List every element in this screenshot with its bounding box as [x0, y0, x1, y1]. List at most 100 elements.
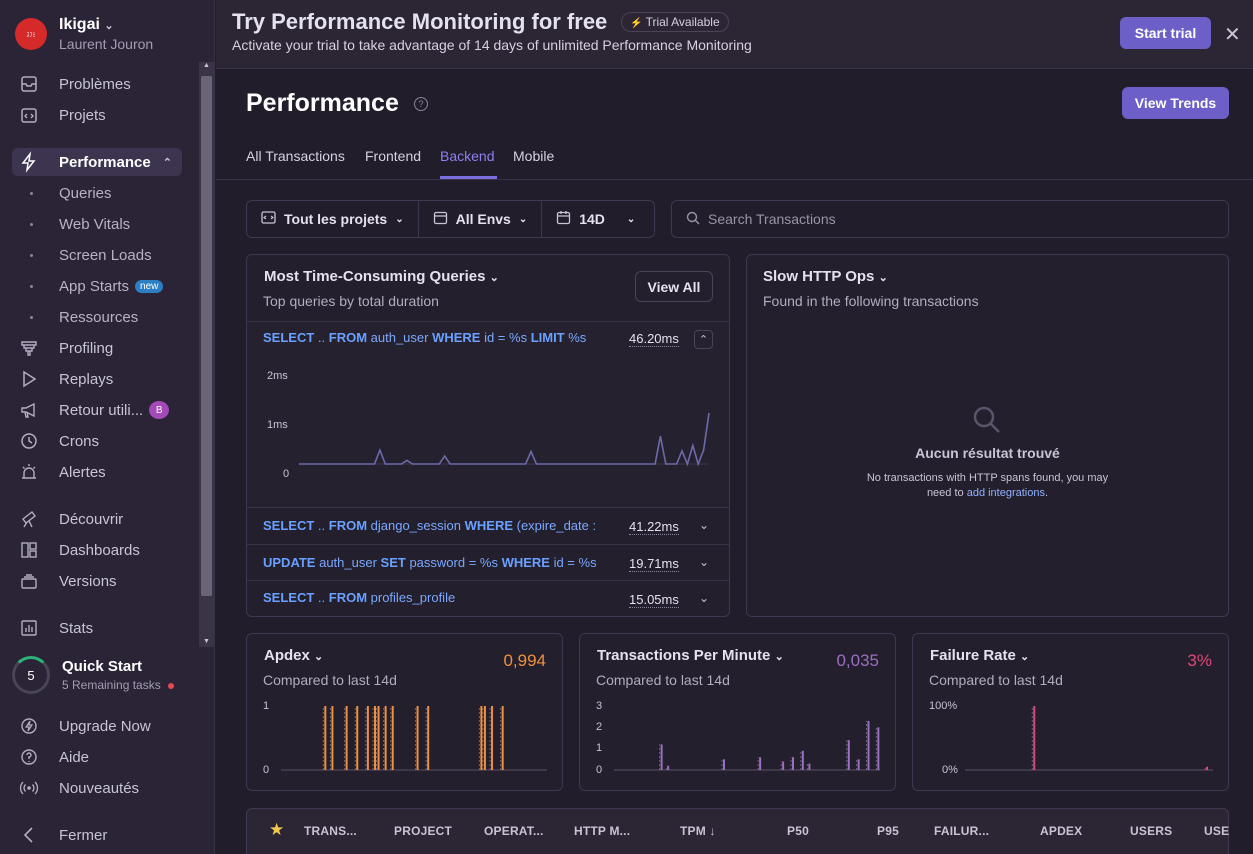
search-input[interactable]: Search Transactions: [671, 200, 1229, 238]
column-header[interactable]: PROJECT: [394, 824, 452, 838]
sidebar-item-retour[interactable]: Retour utili... B: [18, 396, 182, 424]
sql-keyword: SET: [380, 555, 406, 570]
add-integrations-link[interactable]: add integrations: [967, 487, 1045, 499]
bullet-icon: [30, 285, 33, 288]
date-filter[interactable]: 14D ⌄: [542, 201, 649, 237]
beta-badge: B: [149, 401, 170, 419]
card-subtitle: Compared to last 14d: [596, 672, 730, 688]
column-header[interactable]: APDEX: [1040, 824, 1082, 838]
sidebar-item-stats[interactable]: Stats: [18, 614, 182, 642]
column-header[interactable]: FAILUR...: [934, 824, 989, 838]
sidebar-item-label: Performance: [59, 153, 151, 171]
stack-icon: [18, 570, 40, 592]
column-header[interactable]: TPM ↓: [680, 824, 716, 838]
sidebar-item-aide[interactable]: Aide: [18, 743, 182, 771]
query-row[interactable]: SELECT .. FROM profiles_profile 15.05ms …: [247, 580, 729, 617]
scrollbar-thumb[interactable]: [201, 76, 212, 596]
y-tick-label: 100%: [929, 700, 958, 712]
quick-start-subtitle: 5 Remaining tasks: [62, 678, 175, 692]
calendar-icon: [433, 210, 448, 228]
clock-icon: [18, 430, 40, 452]
inbox-icon: [18, 73, 40, 95]
page-filters: Tout les projets ⌄ All Envs ⌄ 14D ⌄: [246, 200, 655, 238]
sql-keyword: FROM: [328, 330, 368, 345]
sidebar-item-problemes[interactable]: Problèmes: [18, 70, 182, 98]
star-icon[interactable]: ★: [269, 820, 284, 840]
project-filter[interactable]: Tout les projets ⌄: [247, 201, 419, 237]
sidebar-item-decouvrir[interactable]: Découvrir: [18, 505, 182, 533]
quick-start[interactable]: 5 Quick Start 5 Remaining tasks: [12, 656, 175, 694]
view-trends-button[interactable]: View Trends: [1122, 87, 1229, 119]
card-title[interactable]: Apdex ⌄: [264, 647, 323, 664]
trial-pill: ⚡ Trial Available: [621, 12, 729, 32]
sidebar-item-label: Replays: [59, 370, 114, 388]
scroll-down-icon[interactable]: ▼: [203, 638, 210, 645]
sidebar-item-dashboards[interactable]: Dashboards: [18, 536, 182, 564]
panel-title[interactable]: Slow HTTP Ops ⌄: [763, 268, 888, 285]
column-header[interactable]: TRANS...: [304, 824, 357, 838]
column-header[interactable]: P50: [787, 824, 809, 838]
sidebar-item-label: Fermer: [59, 826, 108, 844]
column-header[interactable]: P95: [877, 824, 899, 838]
chevron-up-icon[interactable]: ⌃: [694, 330, 713, 349]
query-duration-line: [299, 412, 710, 467]
tab-all-transactions[interactable]: All Transactions: [246, 148, 345, 164]
broadcast-icon: [18, 777, 40, 799]
chevron-down-icon[interactable]: ⌄: [699, 555, 709, 569]
scroll-up-icon[interactable]: ▲: [203, 62, 210, 69]
sidebar-subitem-web-vitals[interactable]: Web Vitals: [30, 216, 130, 233]
sql-keyword: WHERE: [464, 518, 513, 533]
query-duration: 41.22ms: [629, 519, 679, 535]
sidebar-item-crons[interactable]: Crons: [18, 427, 182, 455]
column-header[interactable]: OPERAT...: [484, 824, 544, 838]
sidebar-item-profiling[interactable]: Profiling: [18, 334, 182, 362]
column-header[interactable]: USE: [1204, 824, 1229, 838]
sidebar-item-versions[interactable]: Versions: [18, 567, 182, 595]
org-switcher[interactable]: ｽﾌﾐ Ikigai ⌄ Laurent Jouron: [15, 16, 153, 52]
query-row[interactable]: SELECT .. FROM auth_user WHERE id = %s L…: [247, 321, 729, 507]
sidebar-subitem-app-starts[interactable]: App Starts new: [30, 278, 164, 295]
http-ops-panel: Slow HTTP Ops ⌄ Found in the following t…: [746, 254, 1229, 617]
tab-backend[interactable]: Backend: [440, 148, 494, 164]
start-trial-button[interactable]: Start trial: [1120, 17, 1211, 49]
close-icon[interactable]: ✕: [1224, 22, 1241, 47]
sidebar-subitem-queries[interactable]: Queries: [30, 185, 112, 202]
sidebar-item-performance[interactable]: Performance ⌃: [12, 148, 182, 176]
sidebar-item-projets[interactable]: Projets: [18, 101, 182, 129]
y-tick-label: 0: [283, 468, 290, 480]
chevron-down-icon[interactable]: ⌄: [699, 591, 709, 605]
sidebar-item-nouveautes[interactable]: Nouveautés: [18, 774, 182, 802]
help-icon[interactable]: ?: [414, 97, 428, 111]
sidebar-subitem-screen-loads[interactable]: Screen Loads: [30, 247, 152, 264]
sidebar-subitem-label: Screen Loads: [59, 247, 152, 264]
sidebar-item-upgrade[interactable]: Upgrade Now: [18, 712, 182, 740]
y-tick-label: 0: [263, 764, 270, 776]
sidebar-collapse[interactable]: Fermer: [18, 821, 182, 849]
column-header[interactable]: USERS: [1130, 824, 1172, 838]
sidebar-subitem-ressources[interactable]: Ressources: [30, 309, 138, 326]
sidebar-item-alertes[interactable]: Alertes: [18, 458, 182, 486]
failure-rate-card: Failure Rate ⌄ Compared to last 14d 3% 1…: [912, 633, 1229, 791]
query-row[interactable]: UPDATE auth_user SET password = %s WHERE…: [247, 544, 729, 580]
view-all-button[interactable]: View All: [635, 271, 713, 302]
card-title[interactable]: Transactions Per Minute ⌄: [597, 647, 784, 664]
sidebar-item-replays[interactable]: Replays: [18, 365, 182, 393]
sql-text: id = %s: [549, 555, 597, 570]
y-tick-label: 1: [263, 700, 270, 712]
tab-frontend[interactable]: Frontend: [365, 148, 421, 164]
card-title[interactable]: Failure Rate ⌄: [930, 647, 1029, 664]
sidebar-scrollbar[interactable]: ▲ ▼: [199, 62, 214, 647]
tab-mobile[interactable]: Mobile: [513, 148, 554, 164]
sql-text: ..: [314, 330, 329, 345]
panel-subtitle: Top queries by total duration: [263, 293, 439, 309]
chevron-down-icon[interactable]: ⌄: [699, 518, 709, 532]
env-filter[interactable]: All Envs ⌄: [419, 201, 543, 237]
code-folder-icon: [18, 104, 40, 126]
column-header[interactable]: HTTP M...: [574, 824, 630, 838]
query-row[interactable]: SELECT .. FROM django_session WHERE (exp…: [247, 507, 729, 544]
queries-panel: Most Time-Consuming Queries ⌄ Top querie…: [246, 254, 730, 617]
org-name: Ikigai ⌄: [59, 16, 114, 33]
sql-keyword: SELECT: [263, 590, 315, 605]
panel-title[interactable]: Most Time-Consuming Queries ⌄: [264, 268, 499, 285]
bullet-icon: [30, 192, 33, 195]
